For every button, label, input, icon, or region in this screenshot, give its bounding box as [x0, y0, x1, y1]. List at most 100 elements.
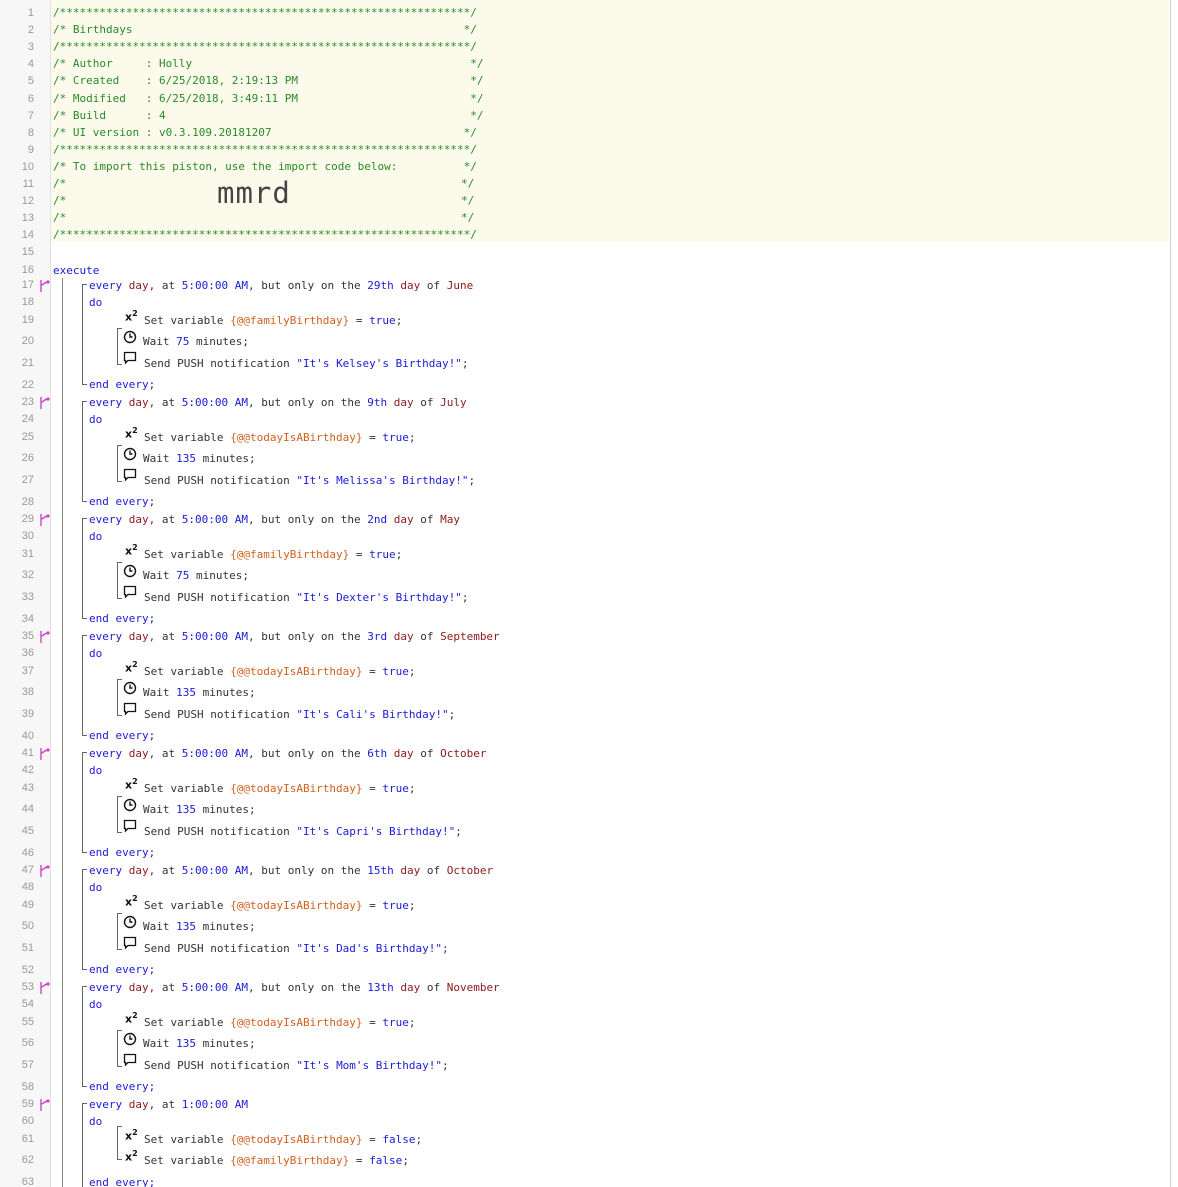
do-line[interactable]: do	[89, 881, 102, 895]
day-number[interactable]: 9th	[367, 396, 387, 409]
variable-name[interactable]: {@@familyBirthday}	[230, 548, 349, 561]
time-value[interactable]: 1:00:00 AM	[182, 1098, 248, 1111]
wait-statement[interactable]: Wait 75 minutes;	[143, 569, 249, 583]
wait-minutes[interactable]: 135	[176, 452, 196, 465]
comment-line-end[interactable]: */	[461, 211, 474, 225]
every-statement[interactable]: every day, at 5:00:00 AM, but only on th…	[89, 396, 467, 410]
set-variable-statement[interactable]: Set variable {@@todayIsABirthday} = fals…	[144, 1133, 422, 1147]
comment-line[interactable]: /* Created : 6/25/2018, 2:19:13 PM */	[53, 74, 483, 88]
month-value[interactable]: October	[440, 747, 486, 760]
code-editor[interactable]: 1 2 3 4 5 6 7 8 9 10 11 12 13 14 15 16 17 18 19 20 21 22 23 24 2…	[0, 0, 1171, 1187]
time-value[interactable]: 5:00:00 AM	[182, 513, 248, 526]
variable-name[interactable]: {@@todayIsABirthday}	[230, 1016, 362, 1029]
push-notification-statement[interactable]: Send PUSH notification "It's Cali's Birt…	[144, 708, 455, 722]
do-line[interactable]: do	[89, 647, 102, 661]
every-statement[interactable]: every day, at 5:00:00 AM, but only on th…	[89, 513, 460, 527]
end-every-line[interactable]: end every;	[89, 846, 155, 860]
variable-name[interactable]: {@@familyBirthday}	[230, 1154, 349, 1167]
execute-line[interactable]: execute	[53, 264, 99, 278]
wait-statement[interactable]: Wait 135 minutes;	[143, 686, 256, 700]
wait-minutes[interactable]: 135	[176, 1037, 196, 1050]
wait-statement[interactable]: Wait 135 minutes;	[143, 920, 256, 934]
end-every-line[interactable]: end every;	[89, 612, 155, 626]
push-notification-statement[interactable]: Send PUSH notification "It's Capri's Bir…	[144, 825, 462, 839]
variable-name[interactable]: {@@todayIsABirthday}	[230, 431, 362, 444]
comment-line-end[interactable]: */	[461, 177, 474, 191]
end-every-line[interactable]: end every;	[89, 963, 155, 977]
every-statement[interactable]: every day, at 5:00:00 AM, but only on th…	[89, 279, 473, 293]
notification-message[interactable]: "It's Capri's Birthday!"	[296, 825, 455, 838]
bool-value[interactable]: true	[382, 1016, 409, 1029]
do-line[interactable]: do	[89, 413, 102, 427]
bool-value[interactable]: true	[382, 431, 409, 444]
comment-line[interactable]: /* Build : 4 */	[53, 109, 483, 123]
comment-line[interactable]: /***************************************…	[53, 228, 477, 242]
every-statement[interactable]: every day, at 5:00:00 AM, but only on th…	[89, 630, 500, 644]
day-number[interactable]: 15th	[367, 864, 394, 877]
time-value[interactable]: 5:00:00 AM	[182, 747, 248, 760]
notification-message[interactable]: "It's Mom's Birthday!"	[296, 1059, 442, 1072]
every-statement[interactable]: every day, at 1:00:00 AM	[89, 1098, 248, 1112]
variable-name[interactable]: {@@todayIsABirthday}	[230, 899, 362, 912]
wait-minutes[interactable]: 135	[176, 686, 196, 699]
push-notification-statement[interactable]: Send PUSH notification "It's Dexter's Bi…	[144, 591, 469, 605]
bool-value[interactable]: true	[369, 314, 396, 327]
comment-line[interactable]: /***************************************…	[53, 6, 477, 20]
wait-minutes[interactable]: 75	[176, 335, 189, 348]
month-value[interactable]: June	[447, 279, 474, 292]
end-every-line[interactable]: end every;	[89, 378, 155, 392]
time-value[interactable]: 5:00:00 AM	[182, 864, 248, 877]
set-variable-statement[interactable]: Set variable {@@todayIsABirthday} = true…	[144, 431, 416, 445]
do-line[interactable]: do	[89, 764, 102, 778]
day-number[interactable]: 29th	[367, 279, 394, 292]
set-variable-statement[interactable]: Set variable {@@todayIsABirthday} = true…	[144, 782, 416, 796]
end-every-line[interactable]: end every;	[89, 495, 155, 509]
wait-statement[interactable]: Wait 135 minutes;	[143, 1037, 256, 1051]
month-value[interactable]: September	[440, 630, 500, 643]
bool-value[interactable]: false	[369, 1154, 402, 1167]
comment-line[interactable]: /* To import this piston, use the import…	[53, 160, 477, 174]
wait-statement[interactable]: Wait 75 minutes;	[143, 335, 249, 349]
wait-statement[interactable]: Wait 135 minutes;	[143, 452, 256, 466]
wait-statement[interactable]: Wait 135 minutes;	[143, 803, 256, 817]
notification-message[interactable]: "It's Dad's Birthday!"	[296, 942, 442, 955]
bool-value[interactable]: false	[382, 1133, 415, 1146]
end-every-line[interactable]: end every;	[89, 1176, 155, 1187]
comment-line[interactable]: /*	[53, 211, 66, 225]
push-notification-statement[interactable]: Send PUSH notification "It's Dad's Birth…	[144, 942, 449, 956]
day-number[interactable]: 2nd	[367, 513, 387, 526]
variable-name[interactable]: {@@familyBirthday}	[230, 314, 349, 327]
day-number[interactable]: 13th	[367, 981, 394, 994]
bool-value[interactable]: true	[369, 548, 396, 561]
month-value[interactable]: November	[447, 981, 500, 994]
push-notification-statement[interactable]: Send PUSH notification "It's Melissa's B…	[144, 474, 475, 488]
day-number[interactable]: 3rd	[367, 630, 387, 643]
do-line[interactable]: do	[89, 530, 102, 544]
set-variable-statement[interactable]: Set variable {@@familyBirthday} = true;	[144, 548, 402, 562]
set-variable-statement[interactable]: Set variable {@@familyBirthday} = true;	[144, 314, 402, 328]
month-value[interactable]: October	[447, 864, 493, 877]
push-notification-statement[interactable]: Send PUSH notification "It's Kelsey's Bi…	[144, 357, 469, 371]
time-value[interactable]: 5:00:00 AM	[182, 630, 248, 643]
time-value[interactable]: 5:00:00 AM	[182, 396, 248, 409]
bool-value[interactable]: true	[382, 782, 409, 795]
set-variable-statement[interactable]: Set variable {@@todayIsABirthday} = true…	[144, 899, 416, 913]
comment-line[interactable]: /***************************************…	[53, 143, 477, 157]
variable-name[interactable]: {@@todayIsABirthday}	[230, 665, 362, 678]
comment-line[interactable]: /*	[53, 194, 66, 208]
import-code[interactable]: mmrd	[217, 176, 291, 210]
push-notification-statement[interactable]: Send PUSH notification "It's Mom's Birth…	[144, 1059, 449, 1073]
day-number[interactable]: 6th	[367, 747, 387, 760]
variable-name[interactable]: {@@todayIsABirthday}	[230, 782, 362, 795]
notification-message[interactable]: "It's Dexter's Birthday!"	[296, 591, 462, 604]
notification-message[interactable]: "It's Cali's Birthday!"	[296, 708, 448, 721]
set-variable-statement[interactable]: Set variable {@@familyBirthday} = false;	[144, 1154, 409, 1168]
comment-line[interactable]: /* Modified : 6/25/2018, 3:49:11 PM */	[53, 92, 483, 106]
every-statement[interactable]: every day, at 5:00:00 AM, but only on th…	[89, 864, 493, 878]
every-statement[interactable]: every day, at 5:00:00 AM, but only on th…	[89, 747, 486, 761]
comment-line-end[interactable]: */	[461, 194, 474, 208]
end-every-line[interactable]: end every;	[89, 1080, 155, 1094]
wait-minutes[interactable]: 135	[176, 920, 196, 933]
set-variable-statement[interactable]: Set variable {@@todayIsABirthday} = true…	[144, 1016, 416, 1030]
set-variable-statement[interactable]: Set variable {@@todayIsABirthday} = true…	[144, 665, 416, 679]
